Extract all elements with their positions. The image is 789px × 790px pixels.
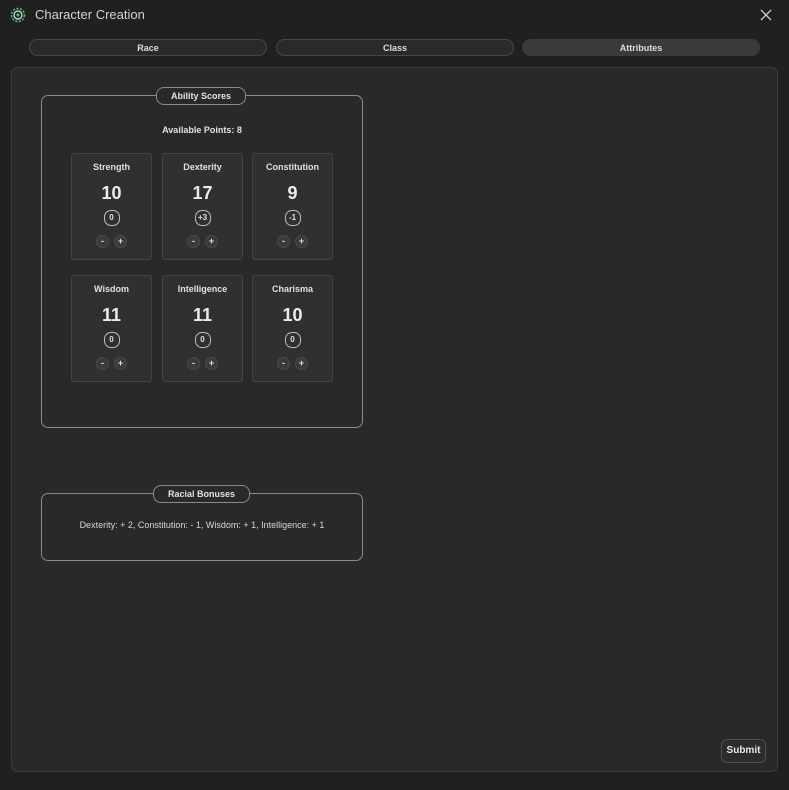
increase-dexterity-button[interactable]: + — [205, 235, 218, 248]
character-creation-window: Character Creation Race Class Attributes… — [0, 0, 789, 790]
ability-modifier-badge: 0 — [194, 332, 211, 348]
decrease-wisdom-button[interactable]: - — [96, 357, 109, 370]
ability-scores-group: Ability Scores Available Points: 8 Stren… — [41, 87, 363, 428]
tab-class[interactable]: Class — [276, 39, 514, 56]
ability-value: 10 — [282, 305, 303, 325]
decrease-intelligence-button[interactable]: - — [187, 357, 200, 370]
ability-modifier-badge: 0 — [284, 332, 301, 348]
ability-name: Strength — [93, 162, 130, 172]
ability-card-wisdom: Wisdom 11 0 - + — [71, 275, 152, 382]
ability-name: Charisma — [271, 284, 314, 294]
available-points: Available Points: 8 — [162, 125, 242, 135]
ability-card-dexterity: Dexterity 17 +3 - + — [162, 153, 243, 260]
close-icon[interactable] — [755, 4, 777, 26]
racial-bonuses-group: Racial Bonuses Dexterity: + 2, Constitut… — [41, 485, 363, 561]
decrease-dexterity-button[interactable]: - — [187, 235, 200, 248]
ability-value: 17 — [192, 183, 213, 203]
decrease-constitution-button[interactable]: - — [277, 235, 290, 248]
ability-name: Intelligence — [177, 284, 228, 294]
increase-strength-button[interactable]: + — [114, 235, 127, 248]
ability-value: 10 — [101, 183, 122, 203]
decrease-charisma-button[interactable]: - — [277, 357, 290, 370]
ability-modifier-badge: -1 — [284, 210, 301, 226]
decrease-strength-button[interactable]: - — [96, 235, 109, 248]
ability-value: 11 — [101, 305, 122, 325]
ability-scores-legend: Ability Scores — [156, 87, 247, 105]
increase-charisma-button[interactable]: + — [295, 357, 308, 370]
increase-wisdom-button[interactable]: + — [114, 357, 127, 370]
ability-modifier-badge: +3 — [194, 210, 211, 226]
window-title: Character Creation — [35, 7, 145, 22]
gear-icon — [10, 7, 26, 23]
ability-card-intelligence: Intelligence 11 0 - + — [162, 275, 243, 382]
ability-card-charisma: Charisma 10 0 - + — [252, 275, 333, 382]
ability-modifier-badge: 0 — [103, 332, 120, 348]
ability-name: Wisdom — [94, 284, 129, 294]
tab-race[interactable]: Race — [29, 39, 267, 56]
ability-card-constitution: Constitution 9 -1 - + — [252, 153, 333, 260]
submit-button[interactable]: Submit — [721, 739, 766, 763]
tab-attributes[interactable]: Attributes — [522, 39, 760, 56]
increase-constitution-button[interactable]: + — [295, 235, 308, 248]
ability-value: 9 — [287, 183, 298, 203]
ability-name: Constitution — [266, 162, 319, 172]
ability-value: 11 — [192, 305, 213, 325]
racial-bonuses-text: Dexterity: + 2, Constitution: - 1, Wisdo… — [79, 520, 325, 530]
ability-modifier-badge: 0 — [103, 210, 120, 226]
ability-name: Dexterity — [183, 162, 222, 172]
title-bar: Character Creation — [0, 0, 789, 30]
ability-card-strength: Strength 10 0 - + — [71, 153, 152, 260]
racial-bonuses-legend: Racial Bonuses — [153, 485, 251, 503]
increase-intelligence-button[interactable]: + — [205, 357, 218, 370]
